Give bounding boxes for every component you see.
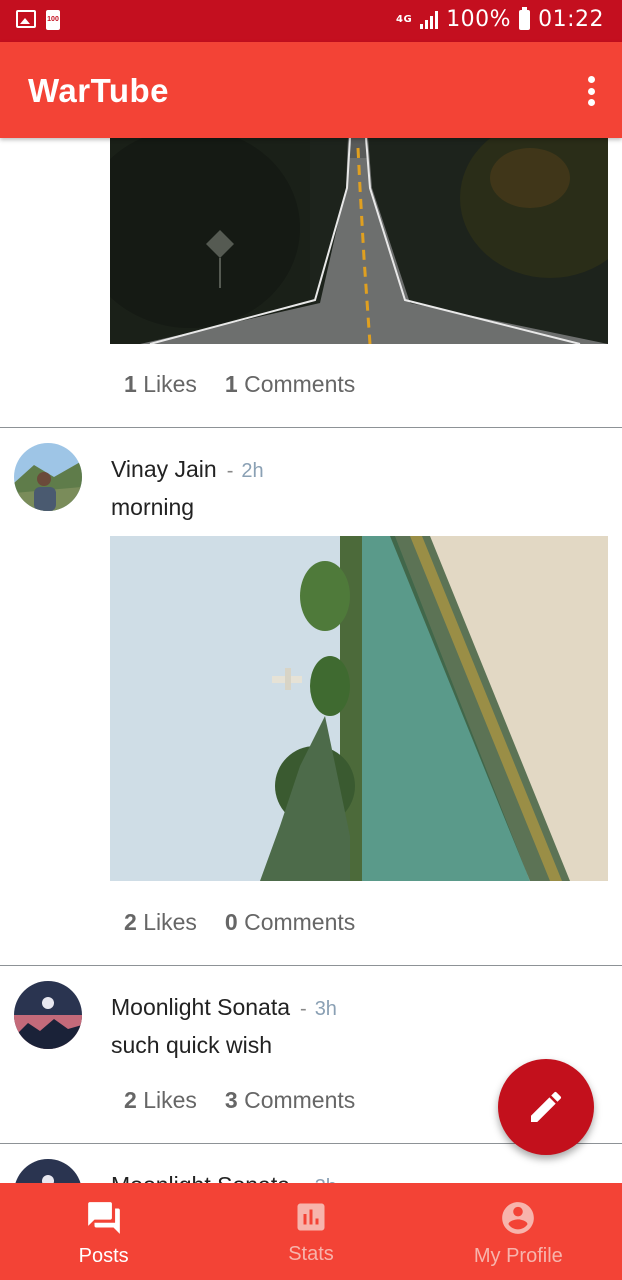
- gallery-notification-icon: [16, 10, 36, 28]
- post-caption: such quick wish: [111, 1032, 273, 1058]
- account-circle-icon: [502, 1202, 535, 1234]
- post-image-road[interactable]: [110, 138, 608, 344]
- post-time: 3h: [315, 1176, 337, 1183]
- avatar[interactable]: [14, 981, 82, 1049]
- clock: 01:22: [538, 7, 604, 32]
- network-type-icon: 4G: [396, 13, 413, 25]
- bar-chart-icon: [297, 1203, 325, 1231]
- battery-percent: 100%: [446, 7, 512, 32]
- author-name[interactable]: Moonlight Sonata: [111, 1172, 290, 1183]
- avatar[interactable]: [14, 1159, 82, 1183]
- comments-count[interactable]: 3 Comments: [225, 1087, 355, 1114]
- post-card: 1 Likes 1 Comments: [0, 138, 622, 428]
- post-image-lake[interactable]: [110, 536, 608, 881]
- nav-label: Posts: [78, 1245, 129, 1267]
- author-name[interactable]: Moonlight Sonata: [111, 994, 290, 1020]
- comments-count[interactable]: 0 Comments: [225, 909, 355, 936]
- posts-feed[interactable]: 1 Likes 1 Comments Vinay Jain -2h morning: [0, 138, 622, 1183]
- nav-label: Stats: [288, 1243, 334, 1265]
- lake-photo: [110, 536, 608, 881]
- edit-icon: [531, 1091, 562, 1122]
- nav-stats[interactable]: Stats: [207, 1183, 414, 1280]
- app-bar: WarTube: [0, 42, 622, 138]
- post-stats: 1 Likes 1 Comments: [124, 371, 355, 398]
- post-author: Moonlight Sonata-3h: [111, 994, 337, 1020]
- post-author: Moonlight Sonata-3h: [111, 1172, 337, 1183]
- signal-icon: [420, 10, 439, 29]
- forum-icon: [87, 1202, 120, 1234]
- nav-my-profile[interactable]: My Profile: [415, 1183, 622, 1280]
- bottom-navigation: Posts Stats My Profile: [0, 1183, 622, 1280]
- likes-count[interactable]: 1 Likes: [124, 371, 197, 398]
- avatar[interactable]: [14, 443, 82, 511]
- author-name[interactable]: Vinay Jain: [111, 456, 217, 482]
- post-time: 2h: [241, 460, 264, 482]
- compose-post-button[interactable]: [498, 1059, 594, 1155]
- post-author: Vinay Jain -2h: [111, 456, 264, 482]
- battery-icon: [519, 6, 531, 30]
- more-vert-icon[interactable]: [586, 76, 596, 106]
- post-card: Vinay Jain -2h morning 2 Likes 0 Comment…: [0, 428, 622, 966]
- battery-notification-icon: 100: [46, 10, 60, 30]
- nav-posts[interactable]: Posts: [0, 1183, 207, 1280]
- post-time: 3h: [314, 998, 337, 1020]
- likes-count[interactable]: 2 Likes: [124, 1087, 197, 1114]
- post-stats: 2 Likes 3 Comments: [124, 1087, 355, 1114]
- comments-count[interactable]: 1 Comments: [225, 371, 355, 398]
- post-stats: 2 Likes 0 Comments: [124, 909, 355, 936]
- nav-label: My Profile: [473, 1245, 563, 1267]
- status-bar: 100 4G 100% 01:22: [0, 0, 622, 42]
- app-title: WarTube: [28, 72, 169, 109]
- post-caption: morning: [111, 494, 195, 520]
- likes-count[interactable]: 2 Likes: [124, 909, 197, 936]
- road-photo: [110, 138, 608, 344]
